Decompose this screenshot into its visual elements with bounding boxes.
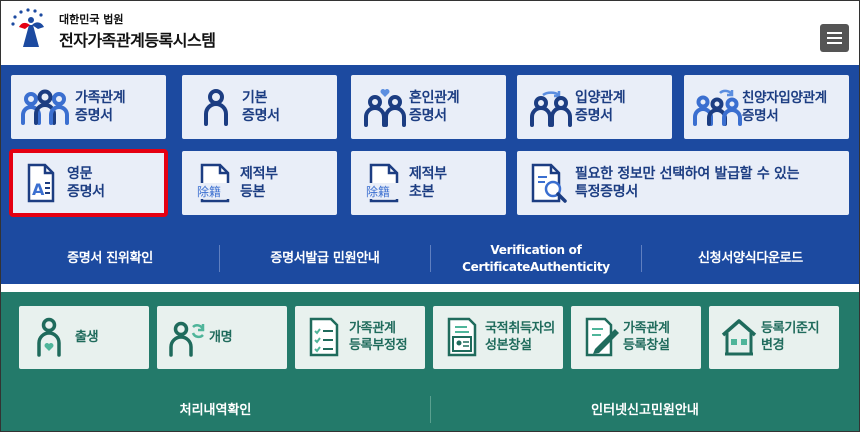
removed-register-extract-icon: 除籍 — [365, 163, 399, 203]
header: 대한민국 법원 전자가족관계등록시스템 — [1, 1, 859, 65]
birth-mother-icon — [37, 317, 61, 357]
verification-english-link[interactable]: Verification of CertificateAuthenticity — [431, 233, 641, 284]
adoption-arrows-people-icon — [530, 91, 572, 127]
search-document-icon — [531, 163, 567, 203]
cert-removed-copy[interactable]: 除籍 제적부 등본 — [182, 151, 337, 215]
removed-register-document-icon: 除籍 — [196, 163, 230, 203]
cert-label: 입양관계 증명서 — [575, 90, 626, 124]
rename-person-icon — [169, 321, 205, 357]
org-name: 대한민국 법원 — [59, 13, 124, 26]
svg-text:A: A — [32, 180, 45, 199]
online-report-guide-link[interactable]: 인터넷신고민원안내 — [431, 384, 859, 431]
registration-panel: 출생 개명 가족관계 등록부정정 국적취득자의 성본창설 가족관계 등록창설 등… — [1, 292, 859, 431]
reg-label: 가족관계 등록창설 — [623, 321, 670, 353]
cert-full-adoption[interactable]: 친양자입양관계 증명서 — [684, 75, 849, 139]
adoption-family-icon — [693, 89, 742, 126]
cert-marriage[interactable]: 혼인관계 증명서 — [351, 75, 506, 139]
cert-english[interactable]: A 영문 증명서 — [9, 149, 168, 217]
app-frame: 대한민국 법원 전자가족관계등록시스템 가족관계 증명서 기본 증명서 혼인관계… — [0, 0, 860, 432]
reg-rename[interactable]: 개명 — [157, 306, 287, 369]
cert-adoption[interactable]: 입양관계 증명서 — [517, 75, 672, 139]
reg-base-change[interactable]: 등록기준지 변경 — [709, 306, 839, 369]
certificate-panel: 가족관계 증명서 기본 증명서 혼인관계 증명서 입양관계 증명서 친양자입양관… — [1, 65, 859, 284]
reg-label: 개명 — [209, 330, 233, 345]
reg-label: 출생 — [75, 330, 99, 345]
house-icon — [721, 319, 757, 356]
form-download-link[interactable]: 신청서양식다운로드 — [642, 233, 859, 284]
reg-nationality[interactable]: 국적취득자의 성본창설 — [433, 306, 563, 369]
registration-links-bar: 처리내역확인 인터넷신고민원안내 — [1, 384, 859, 431]
hamburger-menu-icon[interactable] — [820, 24, 849, 52]
cert-label: 친양자입양관계 증명서 — [742, 90, 827, 124]
reg-label: 국적취득자의 성본창설 — [485, 321, 555, 353]
english-document-icon: A — [27, 163, 55, 203]
cert-label: 제적부 등본 — [240, 166, 278, 200]
cert-label: 필요한 정보만 선택하여 발급할 수 있는 특정증명서 — [575, 166, 800, 200]
cert-label: 기본 증명서 — [242, 90, 280, 124]
svg-text:除籍: 除籍 — [366, 184, 390, 199]
reg-correction[interactable]: 가족관계 등록부정정 — [295, 306, 425, 369]
person-icon — [204, 89, 228, 126]
verify-certificate-link[interactable]: 증명서 진위확인 — [1, 233, 219, 284]
reg-creation[interactable]: 가족관계 등록창설 — [571, 306, 701, 369]
reg-label: 등록기준지 변경 — [761, 321, 820, 353]
couple-heart-icon — [364, 89, 406, 127]
cert-family-relation[interactable]: 가족관계 증명서 — [11, 75, 166, 139]
id-card-document-icon — [447, 317, 477, 357]
pen-document-icon — [585, 317, 619, 357]
cert-specific[interactable]: 필요한 정보만 선택하여 발급할 수 있는 특정증명서 — [517, 151, 849, 215]
svg-text:除籍: 除籍 — [197, 184, 221, 199]
cert-label: 혼인관계 증명서 — [409, 90, 460, 124]
cert-label: 제적부 초본 — [409, 166, 447, 200]
court-logo-icon[interactable] — [9, 7, 53, 51]
cert-basic[interactable]: 기본 증명서 — [182, 75, 337, 139]
reg-birth[interactable]: 출생 — [19, 306, 149, 369]
cert-label: 가족관계 증명서 — [75, 90, 126, 124]
cert-removed-extract[interactable]: 除籍 제적부 초본 — [351, 151, 506, 215]
cert-label: 영문 증명서 — [67, 166, 105, 200]
processing-history-link[interactable]: 처리내역확인 — [1, 384, 430, 431]
reg-label: 가족관계 등록부정정 — [349, 321, 408, 353]
checklist-document-icon — [309, 317, 339, 357]
system-title[interactable]: 전자가족관계등록시스템 — [59, 27, 216, 51]
certificate-links-bar: 증명서 진위확인 증명서발급 민원안내 Verification of Certi… — [1, 233, 859, 284]
issue-guide-link[interactable]: 증명서발급 민원안내 — [220, 233, 430, 284]
family-three-people-icon — [21, 89, 69, 125]
